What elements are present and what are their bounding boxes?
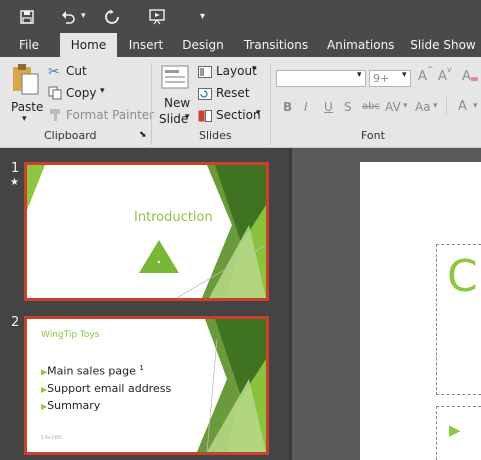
- bullet-text: Support email address: [47, 381, 172, 395]
- format-painter-button[interactable]: Format Painter: [66, 108, 154, 122]
- bullet-text: Main sales page: [47, 364, 136, 378]
- underline-button[interactable]: U: [324, 100, 333, 114]
- undo-dropdown-icon[interactable]: ▾: [81, 0, 86, 33]
- paste-dropdown-icon[interactable]: ▾: [22, 114, 27, 124]
- slide-2-bullet: ▶Summary: [41, 398, 171, 415]
- title-placeholder-text: C: [447, 251, 478, 302]
- change-case-button[interactable]: Aa: [415, 100, 431, 114]
- slide-2-number: 2: [11, 315, 20, 330]
- new-slide-dropdown-icon[interactable]: ▾: [185, 112, 190, 122]
- group-divider: [270, 63, 271, 145]
- slide-editor: C ▶: [292, 148, 481, 460]
- font-size-value: 9+: [373, 72, 390, 85]
- clipboard-group-label: Clipboard: [44, 129, 97, 142]
- slides-group-label: Slides: [199, 129, 232, 142]
- character-spacing-dropdown-icon[interactable]: ▾: [403, 101, 408, 111]
- strikethrough-button[interactable]: abc: [362, 101, 380, 112]
- reset-icon: [198, 88, 212, 100]
- undo-icon[interactable]: [60, 0, 76, 37]
- section-button[interactable]: Section: [216, 108, 261, 122]
- font-name-combo[interactable]: [276, 70, 366, 87]
- clear-formatting-button[interactable]: A: [462, 69, 471, 84]
- slide-thumbnail-pane: 1 ★ Introduction 2 WingTip Toys ▶Main sa…: [0, 148, 290, 460]
- group-divider: [151, 63, 152, 145]
- slide-1-number: 1: [11, 161, 20, 176]
- font-group-label: Font: [361, 129, 385, 142]
- bullet-superscript: 1: [139, 364, 144, 372]
- change-case-dropdown-icon[interactable]: ▾: [433, 101, 438, 111]
- slide-thumbnail-1[interactable]: Introduction: [24, 162, 269, 301]
- layout-icon: [198, 66, 212, 78]
- slide-1-animation-star-icon: ★: [10, 177, 19, 188]
- layout-dropdown-icon[interactable]: ▾: [252, 64, 257, 74]
- slide-thumbnail-2[interactable]: WingTip Toys ▶Main sales page 1 ▶Support…: [24, 316, 269, 455]
- copy-dropdown-icon[interactable]: ▾: [100, 86, 105, 96]
- font-color-button[interactable]: A: [458, 99, 467, 114]
- slide-2-bullet: ▶Support email address: [41, 381, 171, 398]
- section-icon: [198, 110, 212, 122]
- copy-button[interactable]: Copy: [66, 86, 96, 100]
- new-slide-label[interactable]: New: [164, 96, 190, 110]
- tab-file[interactable]: File: [12, 33, 46, 57]
- character-spacing-button[interactable]: AV: [385, 100, 401, 114]
- layout-button[interactable]: Layout: [216, 64, 257, 78]
- font-size-dropdown-icon[interactable]: ▾: [402, 70, 407, 80]
- tab-animations[interactable]: Animations: [327, 33, 394, 57]
- content-bullet-icon: ▶: [449, 421, 461, 439]
- quick-access-toolbar: ▾ ▾: [0, 0, 481, 33]
- bullet-text: Summary: [47, 398, 101, 412]
- grow-font-button[interactable]: A: [418, 69, 427, 84]
- redo-icon[interactable]: [104, 0, 120, 37]
- font-color-dropdown-icon[interactable]: ▾: [473, 101, 478, 111]
- slide-1-background-art: [27, 165, 266, 298]
- shrink-font-arrow-icon: v: [447, 65, 452, 74]
- section-dropdown-icon[interactable]: ▾: [256, 108, 261, 118]
- content-placeholder[interactable]: ▶: [436, 406, 481, 460]
- tab-transitions[interactable]: Transitions: [243, 33, 309, 57]
- cut-icon: ✂: [48, 64, 60, 80]
- customize-qat-icon[interactable]: ▾: [200, 0, 205, 33]
- tab-design[interactable]: Design: [180, 33, 226, 57]
- new-slide-icon: [161, 65, 189, 89]
- slide-2-bullet: ▶Main sales page 1: [41, 360, 171, 381]
- new-slide-label-2[interactable]: Slide: [159, 112, 188, 126]
- paste-label: Paste: [11, 100, 44, 114]
- title-placeholder[interactable]: C: [436, 244, 481, 395]
- tab-home[interactable]: Home: [60, 33, 117, 57]
- bold-button[interactable]: B: [283, 100, 292, 114]
- tab-slide-show[interactable]: Slide Show: [408, 33, 478, 57]
- tab-insert[interactable]: Insert: [124, 33, 168, 57]
- shadow-button[interactable]: S: [344, 100, 352, 114]
- slide-1-title: Introduction: [134, 210, 213, 225]
- grow-font-arrow-icon: ^: [427, 65, 434, 74]
- ribbon-tabs: File Home Insert Design Transitions Anim…: [0, 33, 481, 57]
- shrink-font-button[interactable]: A: [438, 69, 447, 84]
- slide-2-title: WingTip Toys: [41, 330, 100, 340]
- clipboard-launcher-icon[interactable]: ⬊: [139, 130, 147, 140]
- ribbon: Paste ▾ ✂ Cut Copy ▾ Format Painter Clip…: [0, 57, 481, 148]
- main-slide-canvas[interactable]: C ▶: [360, 162, 481, 460]
- cut-button[interactable]: Cut: [66, 64, 87, 78]
- save-icon[interactable]: [19, 0, 35, 37]
- paste-icon: [13, 64, 39, 95]
- copy-icon: [48, 86, 62, 100]
- reset-button[interactable]: Reset: [216, 86, 250, 100]
- clear-formatting-eraser-icon: [471, 77, 478, 81]
- slide-2-bullet-list: ▶Main sales page 1 ▶Support email addres…: [41, 360, 171, 415]
- italic-button[interactable]: I: [304, 100, 308, 114]
- font-color-divider: [446, 97, 447, 115]
- paste-button[interactable]: Paste ▾: [8, 61, 44, 125]
- slide-2-footer: 5-Tor-FY05: [41, 435, 62, 440]
- font-name-dropdown-icon[interactable]: ▾: [357, 70, 362, 80]
- format-painter-icon: [50, 109, 60, 121]
